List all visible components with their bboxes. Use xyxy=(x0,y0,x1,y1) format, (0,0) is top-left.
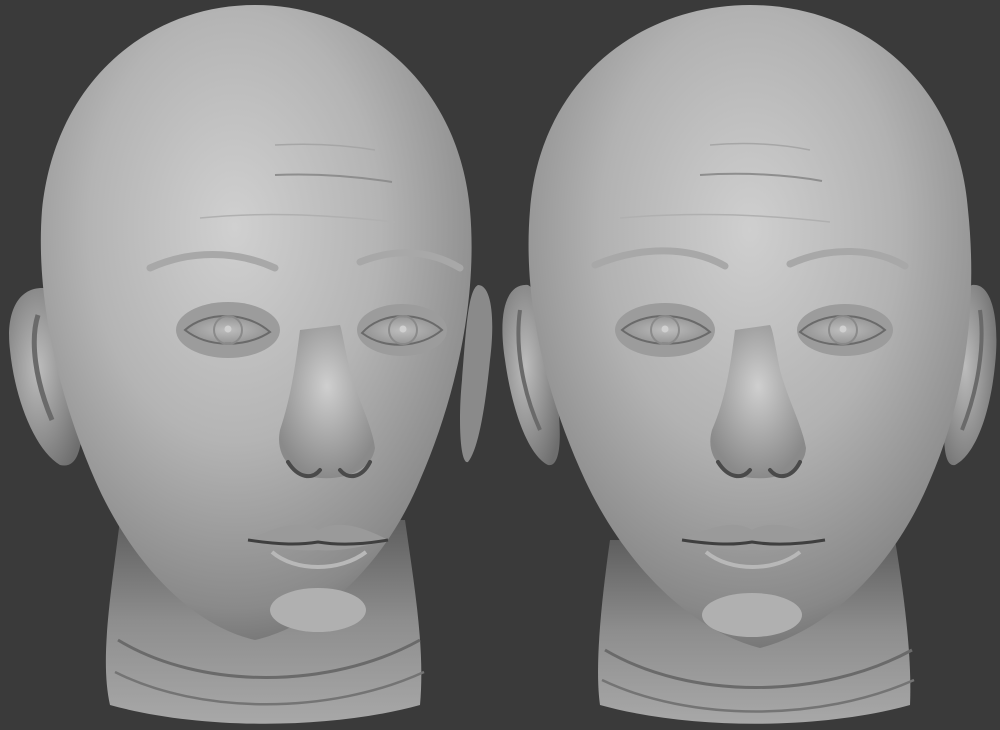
head-sculpt-right xyxy=(502,5,997,724)
sculpt-viewport xyxy=(0,0,1000,730)
head-sculpt-left xyxy=(9,5,493,724)
sculpt-render xyxy=(9,5,997,724)
